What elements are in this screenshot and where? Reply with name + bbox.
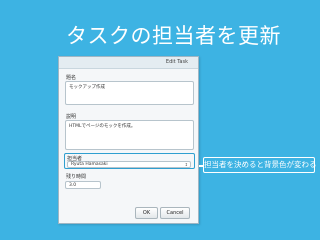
assignee-select[interactable]: Ryuta Hamasaki ↕ [67,161,191,168]
edit-task-dialog: Edit Task 題名 モックアップ作成 説明 HTMLでページのモックを作成… [58,56,199,224]
dialog-title: Edit Task [165,59,188,65]
cancel-button[interactable]: Cancel [160,207,190,219]
select-arrows-icon: ↕ [184,162,188,167]
description-textarea[interactable]: HTMLでページのモックを作成。 [65,120,194,150]
assignee-field-highlight: 担当者 Ryuta Hamasaki ↕ [64,153,195,169]
name-label: 題名 [66,75,77,81]
dialog-header: Edit Task [59,57,198,69]
description-label: 説明 [66,114,77,120]
remaining-time-label: 残り時間 [66,174,87,180]
callout-box: 担当者を決めると背景色が変わる [203,157,317,173]
assignee-value: Ryuta Hamasaki [71,162,108,167]
name-textarea[interactable]: モックアップ作成 [65,81,194,105]
slide-title: タスクの担当者を更新 [66,24,281,48]
ok-button[interactable]: OK [135,207,158,219]
remaining-time-input[interactable]: 3.0 [65,181,101,189]
